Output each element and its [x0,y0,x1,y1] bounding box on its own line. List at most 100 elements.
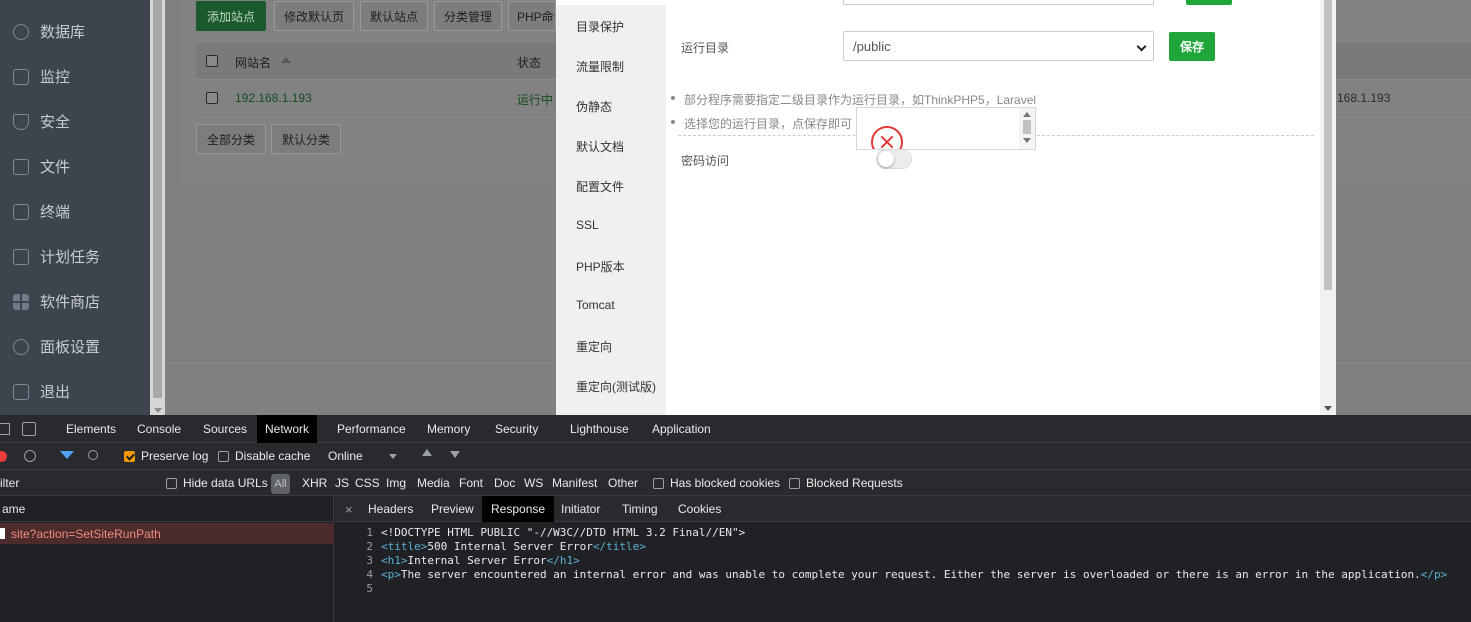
page-scrollbar[interactable] [150,0,165,415]
device-toggle-icon[interactable] [22,422,36,436]
row-checkbox[interactable] [206,92,218,104]
tab-cookies[interactable]: Cookies [678,496,721,522]
filter-type-font[interactable]: Font [459,470,483,496]
tab-elements[interactable]: Elements [66,415,116,443]
tab-headers[interactable]: Headers [368,496,413,522]
checkbox[interactable] [218,450,229,462]
scrollbar-thumb[interactable] [1324,0,1332,290]
tab-lighthouse[interactable]: Lighthouse [570,415,629,443]
modal-scrollbar[interactable] [1320,0,1336,415]
tab-performance[interactable]: Performance [337,415,406,443]
download-icon[interactable] [450,451,460,458]
all-category-button[interactable]: 全部分类 [196,124,266,154]
menu-item-redirect-beta[interactable]: 重定向(测试版) [576,378,656,395]
site-dir-input[interactable] [843,0,1154,5]
chevron-down-icon[interactable] [389,454,397,459]
filter-type-media[interactable]: Media [417,470,450,496]
tab-preview[interactable]: Preview [431,496,474,522]
scrollbar-thumb[interactable] [153,0,162,398]
sidebar-item-monitor[interactable]: 监控 [0,54,150,99]
menu-item-redirect[interactable]: 重定向 [576,338,612,355]
popup-scrollbar[interactable] [1019,108,1035,149]
scroll-down-icon[interactable] [154,408,162,413]
filter-type-js[interactable]: JS [335,470,349,496]
sidebar-item-cron[interactable]: 计划任务 [0,234,150,279]
upload-icon[interactable] [422,449,432,456]
scroll-up-icon[interactable] [1023,112,1031,117]
default-site-button[interactable]: 默认站点 [360,1,428,31]
sidebar-item-store[interactable]: 软件商店 [0,279,150,324]
checkbox[interactable] [653,477,664,489]
menu-item-default-doc[interactable]: 默认文档 [576,138,624,155]
preserve-log-checkbox[interactable]: Preserve log [124,443,208,469]
filter-input[interactable]: ilter [0,470,19,496]
php-command-button[interactable]: PHP命令 [508,1,556,31]
sidebar-item-settings[interactable]: 面板设置 [0,324,150,369]
has-blocked-cookies-checkbox[interactable]: Has blocked cookies [653,470,780,496]
filter-type-other[interactable]: Other [608,470,638,496]
sidebar-item-logout[interactable]: 退出 [0,369,150,414]
edit-default-page-button[interactable]: 修改默认页 [274,1,354,31]
default-category-button[interactable]: 默认分类 [271,124,341,154]
tab-console[interactable]: Console [137,415,181,443]
tab-security[interactable]: Security [495,415,538,443]
request-row[interactable]: site?action=SetSiteRunPath [0,523,334,544]
tab-timing[interactable]: Timing [622,496,658,522]
category-manage-button[interactable]: 分类管理 [434,1,502,31]
name-column-header[interactable]: ame [0,496,334,522]
menu-item-config-file[interactable]: 配置文件 [576,178,624,195]
scroll-down-icon[interactable] [1023,138,1031,143]
filter-type-ws[interactable]: WS [524,470,543,496]
filter-type-all[interactable]: All [271,474,290,494]
filter-icon[interactable] [60,451,74,459]
scroll-down-icon[interactable] [1324,406,1332,411]
password-access-toggle[interactable] [876,149,912,169]
sidebar-item-terminal[interactable]: 终端 [0,189,150,234]
run-dir-select[interactable]: /public [843,31,1154,61]
close-icon[interactable]: × [345,496,353,522]
scrollbar-thumb[interactable] [1023,120,1031,134]
sort-asc-icon[interactable] [281,57,291,63]
sidebar-item-database[interactable]: 数据库 [0,9,150,54]
column-site-name[interactable]: 网站名 [235,54,271,71]
checkbox[interactable] [789,477,800,489]
checkbox[interactable] [166,477,177,489]
filter-type-css[interactable]: CSS [355,470,380,496]
filter-type-manifest[interactable]: Manifest [552,470,597,496]
site-dir-save-button[interactable] [1186,0,1232,5]
sidebar-item-security[interactable]: 安全 [0,99,150,144]
checkbox-checked[interactable] [124,450,135,462]
select-all-checkbox[interactable] [206,55,218,67]
tab-response[interactable]: Response [482,496,555,522]
blocked-requests-checkbox[interactable]: Blocked Requests [789,470,903,496]
disable-cache-checkbox[interactable]: Disable cache [218,443,310,469]
hide-data-urls-checkbox[interactable]: Hide data URLs [166,470,268,496]
sidebar-item-files[interactable]: 文件 [0,144,150,189]
menu-item-php-version[interactable]: PHP版本 [576,258,625,275]
menu-item-dir-protect[interactable]: 目录保护 [576,18,624,35]
tab-sources[interactable]: Sources [203,415,247,443]
throttle-select[interactable]: Online [328,443,363,469]
search-icon[interactable] [88,450,98,460]
menu-item-ssl[interactable]: SSL [576,218,599,232]
add-site-button[interactable]: 添加站点 [196,1,266,31]
status-badge[interactable]: 运行中 [517,91,553,108]
menu-item-traffic-limit[interactable]: 流量限制 [576,58,624,75]
clear-icon[interactable] [24,450,36,462]
inspect-icon[interactable] [0,423,10,435]
tab-application[interactable]: Application [652,415,711,443]
filter-type-img[interactable]: Img [386,470,406,496]
site-name-link[interactable]: 192.168.1.193 [235,91,312,105]
column-status[interactable]: 状态 [517,54,541,71]
menu-item-rewrite[interactable]: 伪静态 [576,98,612,115]
tab-network[interactable]: Network [257,415,318,443]
toggle-knob[interactable] [878,151,894,167]
menu-item-tomcat[interactable]: Tomcat [576,298,615,312]
tab-memory[interactable]: Memory [427,415,470,443]
record-icon[interactable] [0,451,7,462]
response-body[interactable]: 1 <!DOCTYPE HTML PUBLIC "-//W3C//DTD HTML… [335,526,1471,596]
filter-type-doc[interactable]: Doc [494,470,515,496]
tab-initiator[interactable]: Initiator [561,496,600,522]
save-button[interactable]: 保存 [1169,32,1215,61]
filter-type-xhr[interactable]: XHR [302,470,327,496]
